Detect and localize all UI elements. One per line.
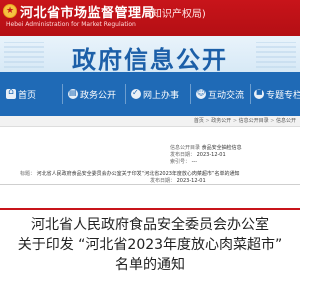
check-icon — [131, 88, 141, 99]
info-row: 发布日期： 2023-12-01 — [150, 177, 206, 184]
nav-item-label: 网上办事 — [143, 90, 180, 101]
nav-item-home[interactable]: 首页 — [6, 72, 36, 116]
article-title-line: 河北省人民政府食品安全委员会办公室 — [31, 217, 269, 233]
breadcrumb-bar: 首页 > 政务公开 > 信息公开目录 > 信息公开 — [0, 116, 300, 127]
nav-item-topics[interactable]: 专题专栏 — [254, 72, 302, 116]
breadcrumb-item[interactable]: 首页 — [194, 118, 204, 124]
site-name-english: Hebei Administration for Market Regulati… — [6, 21, 136, 28]
nav-item-online-service[interactable]: 网上办事 — [131, 72, 179, 116]
emblem-icon — [3, 4, 17, 18]
article-title-line: 名单的通知 — [115, 257, 185, 273]
info-panel: 信息公开目录 食品安全抽检信息 发布日期： 2023-12-01 索引号： --… — [0, 142, 300, 185]
article-title-line: 关于印发 “河北省2023年度放心肉菜超市” — [17, 237, 283, 253]
nav-divider — [62, 84, 63, 104]
info-value: 2023-12-01 — [196, 152, 226, 158]
nav-divider — [250, 84, 251, 104]
folder-icon — [254, 88, 264, 99]
title-divider — [0, 186, 300, 210]
info-value: 河北省人民政府食品安全委员会办公室关于印发“河北省2023年度放心肉菜超市”名单… — [36, 171, 240, 177]
info-value: --- — [191, 159, 198, 165]
info-row: 标题： 河北省人民政府食品安全委员会办公室关于印发“河北省2023年度放心肉菜超… — [20, 170, 240, 177]
info-row: 发布日期： 2023-12-01 — [170, 151, 226, 158]
info-label: 标题： — [20, 171, 36, 177]
site-header: 河北省市场监督管理局 (知识产权局) Hebei Administration … — [0, 0, 300, 36]
gov-icon — [68, 88, 78, 99]
nav-divider — [190, 84, 191, 104]
nav-item-label: 首页 — [18, 90, 37, 101]
chat-icon — [196, 88, 206, 99]
nav-divider — [125, 84, 126, 104]
info-label: 索引号： — [170, 159, 191, 165]
home-icon — [6, 87, 16, 99]
article-header: 河北省人民政府食品安全委员会办公室 关于印发 “河北省2023年度放心肉菜超市”… — [0, 210, 300, 300]
main-nav: 首页 政务公开 网上办事 互动交流 专题专栏 — [0, 72, 302, 116]
spacer-band — [0, 127, 300, 142]
nav-item-gov-open[interactable]: 政务公开 — [68, 72, 116, 116]
nav-item-label: 政务公开 — [80, 90, 117, 101]
breadcrumb-item[interactable]: 信息公开目录 — [239, 118, 269, 124]
banner-title: 政府信息公开 — [72, 46, 228, 72]
site-name-suffix: (知识产权局) — [148, 9, 206, 20]
nav-item-interaction[interactable]: 互动交流 — [196, 72, 244, 116]
breadcrumb-item[interactable]: 政务公开 — [211, 118, 231, 124]
site-name[interactable]: 河北省市场监督管理局 — [20, 2, 155, 21]
breadcrumb: 首页 > 政务公开 > 信息公开目录 > 信息公开 — [193, 118, 296, 124]
banner: 政府信息公开 — [0, 36, 300, 72]
breadcrumb-item[interactable]: 信息公开 — [276, 118, 296, 124]
info-value: 2023-12-01 — [176, 178, 206, 184]
info-row: 信息公开目录 食品安全抽检信息 — [170, 144, 242, 151]
nav-item-label: 互动交流 — [208, 90, 245, 101]
info-label: 发布日期： — [150, 178, 176, 184]
info-row: 索引号： --- — [170, 158, 197, 165]
nav-item-label: 专题专栏 — [266, 90, 303, 101]
